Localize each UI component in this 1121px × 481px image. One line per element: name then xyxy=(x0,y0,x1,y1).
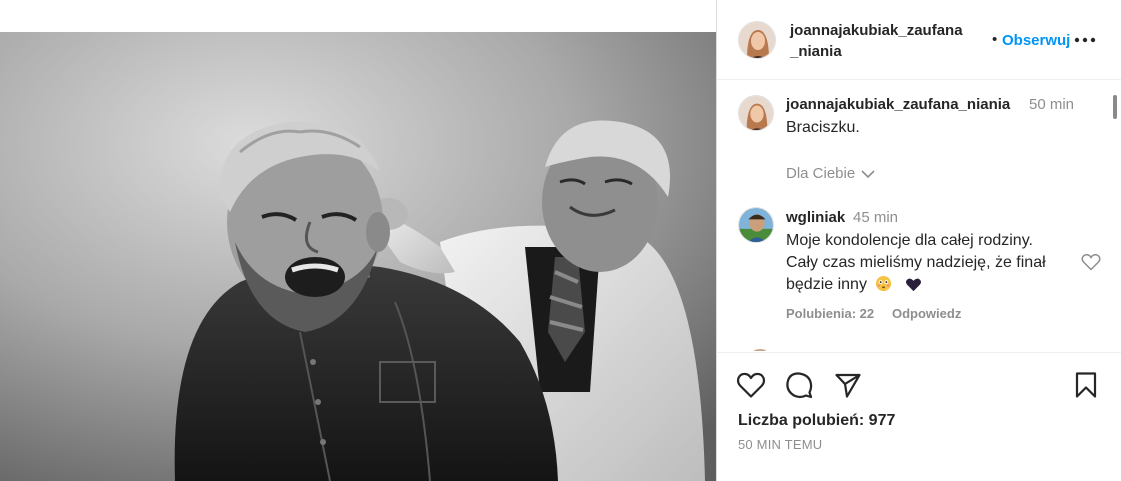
heart-icon[interactable] xyxy=(736,371,766,404)
bookmark-icon[interactable] xyxy=(1074,371,1098,404)
comment-time[interactable]: 45 min xyxy=(853,209,898,226)
post-header: joannajakubiak_zaufana _niania • Obserwu… xyxy=(717,0,1121,80)
author-username-line2: _niania xyxy=(790,43,842,60)
author-avatar[interactable] xyxy=(738,21,776,59)
separator-dot: • xyxy=(992,31,998,48)
comment-reply-button[interactable]: Odpowiedz xyxy=(892,306,961,321)
comment-text-line3: będzie inny xyxy=(786,274,922,296)
comment-username[interactable]: wgliniak xyxy=(786,209,845,226)
photo-illustration xyxy=(0,32,716,481)
comments-list[interactable]: joannajakubiak_zaufana_niania 50 min Bra… xyxy=(717,81,1121,351)
commenter-avatar[interactable] xyxy=(738,207,774,243)
post-timestamp[interactable]: 50 MIN TEMU xyxy=(738,437,822,452)
post-actions: Liczba polubień: 977 50 MIN TEMU xyxy=(717,352,1121,481)
for-you-filter[interactable]: Dla Ciebie xyxy=(786,165,875,182)
author-avatar-image xyxy=(739,22,775,58)
flushed-face-emoji xyxy=(876,275,892,292)
top-strip xyxy=(0,0,716,32)
comment-text-line3-text: będzie inny xyxy=(786,276,867,293)
chevron-down-icon xyxy=(861,170,875,179)
post-photo[interactable] xyxy=(0,32,716,481)
comment-text-line1: Moje kondolencje dla całej rodziny. xyxy=(786,232,1033,249)
caption-avatar[interactable] xyxy=(738,95,774,131)
send-icon[interactable] xyxy=(834,371,862,404)
likes-count[interactable]: Liczba polubień: 977 xyxy=(738,412,895,430)
caption-text: Braciszku. xyxy=(786,119,860,136)
follow-button[interactable]: Obserwuj xyxy=(1002,32,1070,49)
for-you-label: Dla Ciebie xyxy=(786,165,856,182)
comment-likes-count[interactable]: Polubienia: 22 xyxy=(786,306,874,321)
black-heart-emoji xyxy=(905,278,921,292)
comment-icon[interactable] xyxy=(785,371,813,404)
more-horizontal-icon[interactable] xyxy=(1073,30,1097,50)
comment-like-icon[interactable] xyxy=(1081,253,1101,276)
author-username-line1: joannajakubiak_zaufana xyxy=(790,22,963,39)
author-username[interactable]: joannajakubiak_zaufana _niania xyxy=(790,20,978,62)
caption-avatar-image xyxy=(739,96,773,130)
instagram-post-view: joannajakubiak_zaufana _niania • Obserwu… xyxy=(0,0,1121,481)
comments-scrollbar[interactable] xyxy=(1113,95,1117,119)
next-comment-avatar[interactable] xyxy=(748,349,772,351)
post-sidebar: joannajakubiak_zaufana _niania • Obserwu… xyxy=(716,0,1121,481)
commenter-avatar-image xyxy=(739,208,773,242)
caption-username[interactable]: joannajakubiak_zaufana_niania xyxy=(786,96,1010,113)
comment-text-line2: Cały czas mieliśmy nadzieję, że finał xyxy=(786,254,1046,271)
caption-time[interactable]: 50 min xyxy=(1029,96,1074,113)
